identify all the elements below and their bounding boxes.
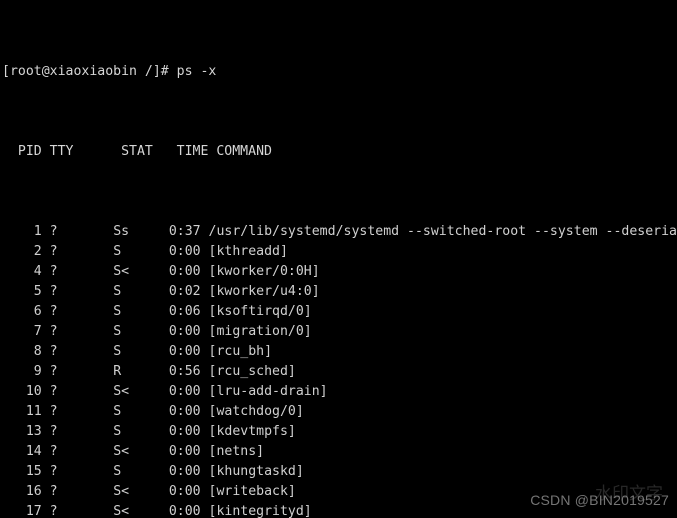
- process-stat: S<: [113, 484, 130, 499]
- process-pid: 13: [25, 424, 42, 439]
- process-pid: 17: [25, 504, 42, 518]
- process-tty: ?: [49, 464, 58, 479]
- process-stat: S: [113, 304, 122, 319]
- process-tty: ?: [49, 484, 58, 499]
- process-pid: 15: [25, 464, 42, 479]
- process-command: [kthreadd]: [208, 244, 288, 259]
- process-tty: ?: [49, 324, 58, 339]
- terminal-screen[interactable]: [root@xiaoxiaobin /]# ps -x PID TTY STAT…: [0, 0, 677, 518]
- process-row: 13 ? S 0:00 [kdevtmpfs]: [2, 422, 677, 442]
- process-pid: 9: [33, 364, 42, 379]
- process-command: [rcu_sched]: [208, 364, 296, 379]
- process-tty: ?: [49, 504, 58, 518]
- process-command: [netns]: [208, 444, 265, 459]
- process-command: [kdevtmpfs]: [208, 424, 296, 439]
- process-command: [kworker/u4:0]: [208, 284, 320, 299]
- process-row: 4 ? S< 0:00 [kworker/0:0H]: [2, 262, 677, 282]
- process-row: 8 ? S 0:00 [rcu_bh]: [2, 342, 677, 362]
- process-stat: S<: [113, 504, 130, 518]
- process-pid: 16: [25, 484, 42, 499]
- process-pid: 14: [25, 444, 42, 459]
- process-time: 0:00: [168, 484, 201, 499]
- process-time: 0:00: [168, 444, 201, 459]
- process-row: 17 ? S< 0:00 [kintegrityd]: [2, 502, 677, 518]
- process-tty: ?: [49, 404, 58, 419]
- process-row: 10 ? S< 0:00 [lru-add-drain]: [2, 382, 677, 402]
- process-tty: ?: [49, 444, 58, 459]
- process-command: [migration/0]: [208, 324, 312, 339]
- process-tty: ?: [49, 344, 58, 359]
- process-pid: 10: [25, 384, 42, 399]
- process-stat: S: [113, 404, 122, 419]
- process-tty: ?: [49, 264, 58, 279]
- shell-prompt-line: [root@xiaoxiaobin /]# ps -x: [2, 64, 217, 79]
- process-time: 0:06: [168, 304, 201, 319]
- process-pid: 8: [33, 344, 42, 359]
- process-stat: Ss: [113, 224, 130, 239]
- process-stat: S: [113, 344, 122, 359]
- process-time: 0:00: [168, 404, 201, 419]
- process-stat: S: [113, 424, 122, 439]
- process-row: 14 ? S< 0:00 [netns]: [2, 442, 677, 462]
- process-tty: ?: [49, 424, 58, 439]
- process-time: 0:37: [168, 224, 201, 239]
- process-stat: S<: [113, 384, 130, 399]
- process-pid: 7: [33, 324, 42, 339]
- process-time: 0:00: [168, 424, 201, 439]
- process-row: 15 ? S 0:00 [khungtaskd]: [2, 462, 677, 482]
- process-command: [lru-add-drain]: [208, 384, 328, 399]
- process-pid: 4: [33, 264, 42, 279]
- process-stat: S: [113, 324, 122, 339]
- process-command: [rcu_bh]: [208, 344, 273, 359]
- process-row: 16 ? S< 0:00 [writeback]: [2, 482, 677, 502]
- process-time: 0:00: [168, 384, 201, 399]
- process-pid: 6: [33, 304, 42, 319]
- process-stat: R: [113, 364, 122, 379]
- process-tty: ?: [49, 304, 58, 319]
- process-row: 6 ? S 0:06 [ksoftirqd/0]: [2, 302, 677, 322]
- process-pid: 11: [25, 404, 42, 419]
- process-command: [khungtaskd]: [208, 464, 304, 479]
- process-time: 0:02: [168, 284, 201, 299]
- process-time: 0:00: [168, 264, 201, 279]
- process-time: 0:00: [168, 324, 201, 339]
- process-command: [kintegrityd]: [208, 504, 312, 518]
- process-tty: ?: [49, 284, 58, 299]
- process-stat: S: [113, 464, 122, 479]
- process-row: 11 ? S 0:00 [watchdog/0]: [2, 402, 677, 422]
- process-command: [ksoftirqd/0]: [208, 304, 312, 319]
- terminal-window[interactable]: [root@xiaoxiaobin /]# ps -x PID TTY STAT…: [0, 0, 677, 518]
- process-tty: ?: [49, 224, 58, 239]
- process-command: /usr/lib/systemd/systemd --switched-root…: [208, 224, 677, 239]
- process-list: 1 ? Ss 0:37 /usr/lib/systemd/systemd --s…: [2, 222, 677, 518]
- process-time: 0:00: [168, 464, 201, 479]
- process-time: 0:00: [168, 504, 201, 518]
- process-stat: S<: [113, 264, 130, 279]
- process-row: 2 ? S 0:00 [kthreadd]: [2, 242, 677, 262]
- process-tty: ?: [49, 244, 58, 259]
- process-row: 9 ? R 0:56 [rcu_sched]: [2, 362, 677, 382]
- process-stat: S: [113, 284, 122, 299]
- process-tty: ?: [49, 384, 58, 399]
- process-pid: 2: [33, 244, 42, 259]
- process-row: 7 ? S 0:00 [migration/0]: [2, 322, 677, 342]
- process-time: 0:56: [168, 364, 201, 379]
- process-row: 1 ? Ss 0:37 /usr/lib/systemd/systemd --s…: [2, 222, 677, 242]
- process-command: [watchdog/0]: [208, 404, 304, 419]
- process-time: 0:00: [168, 344, 201, 359]
- process-pid: 1: [33, 224, 42, 239]
- process-stat: S: [113, 244, 122, 259]
- process-pid: 5: [33, 284, 42, 299]
- process-row: 5 ? S 0:02 [kworker/u4:0]: [2, 282, 677, 302]
- ps-column-header: PID TTY STAT TIME COMMAND: [2, 144, 272, 159]
- process-tty: ?: [49, 364, 58, 379]
- process-command: [kworker/0:0H]: [208, 264, 320, 279]
- process-command: [writeback]: [208, 484, 296, 499]
- process-stat: S<: [113, 444, 130, 459]
- process-time: 0:00: [168, 244, 201, 259]
